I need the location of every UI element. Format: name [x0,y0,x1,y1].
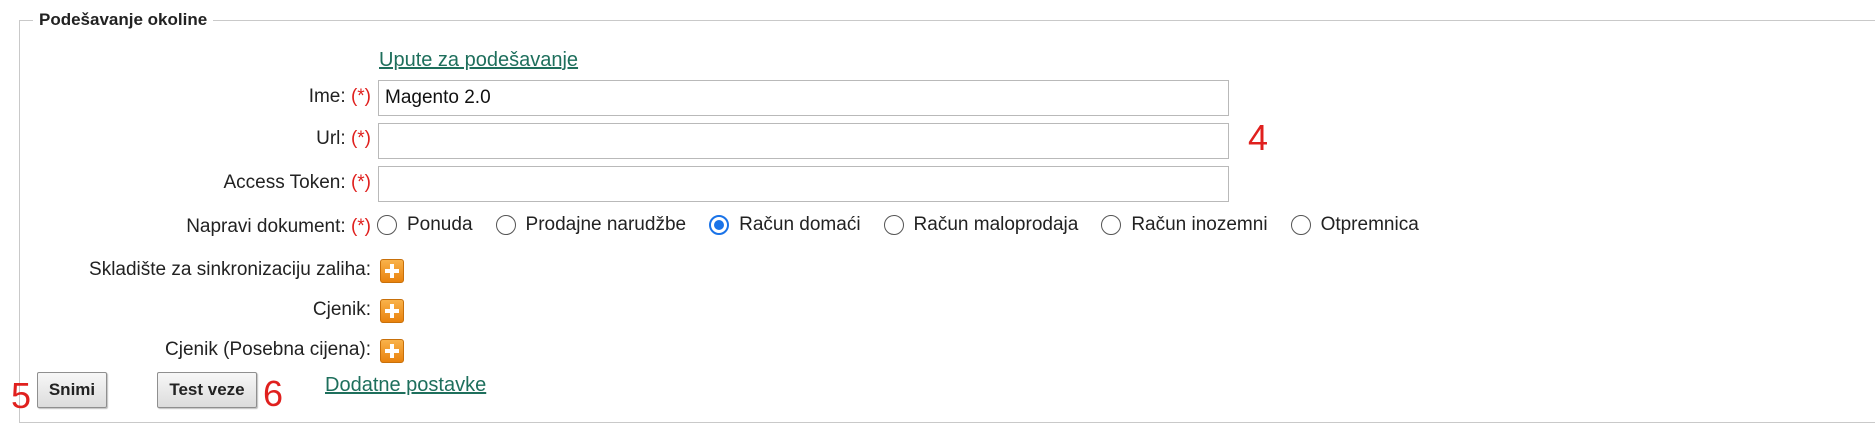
radio-option-racun-inozemni[interactable]: Račun inozemni [1101,214,1268,236]
add-warehouse-plus-icon[interactable] [380,259,404,283]
access-token-required-marker: (*) [350,172,371,193]
radio-option-racun-maloprodaja[interactable]: Račun maloprodaja [883,214,1079,236]
section-legend: Podešavanje okoline [33,10,214,30]
document-label: Napravi dokument: [186,216,346,237]
test-connection-button[interactable]: Test veze [157,372,257,408]
pricelist-label: Cjenik: [312,299,371,320]
add-pricelist-plus-icon[interactable] [380,299,404,323]
settings-panel: Podešavanje okoline Upute za podešavanje… [0,0,1875,448]
name-label: Ime: [308,86,346,107]
annotation-5: 5 [11,375,32,416]
name-label-row: Ime: (*) [309,86,371,108]
name-required-marker: (*) [350,86,371,107]
warehouse-label: Skladište za sinkronizaciju zaliha: [89,259,371,280]
radio-label: Račun inozemni [1131,214,1268,235]
radio-button-selected[interactable] [709,215,730,235]
radio-label: Račun domaći [739,214,861,235]
annotation-6: 6 [263,373,284,414]
radio-label: Prodajne narudžbe [525,214,687,235]
url-label-row: Url: (*) [316,128,371,150]
url-label: Url: [316,128,346,149]
access-token-label: Access Token: [223,172,346,193]
radio-option-prodajne-narudzbe[interactable]: Prodajne narudžbe [495,214,687,236]
radio-label: Račun maloprodaja [913,214,1079,235]
radio-label: Otpremnica [1320,214,1419,235]
radio-option-ponuda[interactable]: Ponuda [377,214,473,236]
add-special-pricelist-plus-icon[interactable] [380,339,404,363]
document-required-marker: (*) [350,216,371,237]
additional-settings-link[interactable]: Dodatne postavke [325,374,486,397]
document-radio-group: Ponuda Prodajne narudžbe Račun domaći Ra… [377,214,1442,236]
radio-option-otpremnica[interactable]: Otpremnica [1290,214,1419,236]
url-input[interactable] [378,123,1229,159]
url-required-marker: (*) [350,128,371,149]
document-label-row: Napravi dokument: (*) [186,216,371,238]
setup-guide-link[interactable]: Upute za podešavanje [379,49,578,72]
radio-option-racun-domaci[interactable]: Račun domaći [709,214,861,236]
radio-label: Ponuda [407,214,473,235]
radio-button[interactable] [495,215,516,235]
name-input[interactable] [378,80,1229,116]
access-token-label-row: Access Token: (*) [224,172,372,194]
radio-button[interactable] [1101,215,1122,235]
radio-button[interactable] [883,215,904,235]
radio-button[interactable] [377,215,397,235]
save-button[interactable]: Snimi [37,372,107,408]
special-pricelist-label: Cjenik (Posebna cijena): [165,339,371,360]
access-token-input[interactable] [378,166,1229,202]
radio-button[interactable] [1290,215,1311,235]
annotation-4: 4 [1248,117,1269,158]
